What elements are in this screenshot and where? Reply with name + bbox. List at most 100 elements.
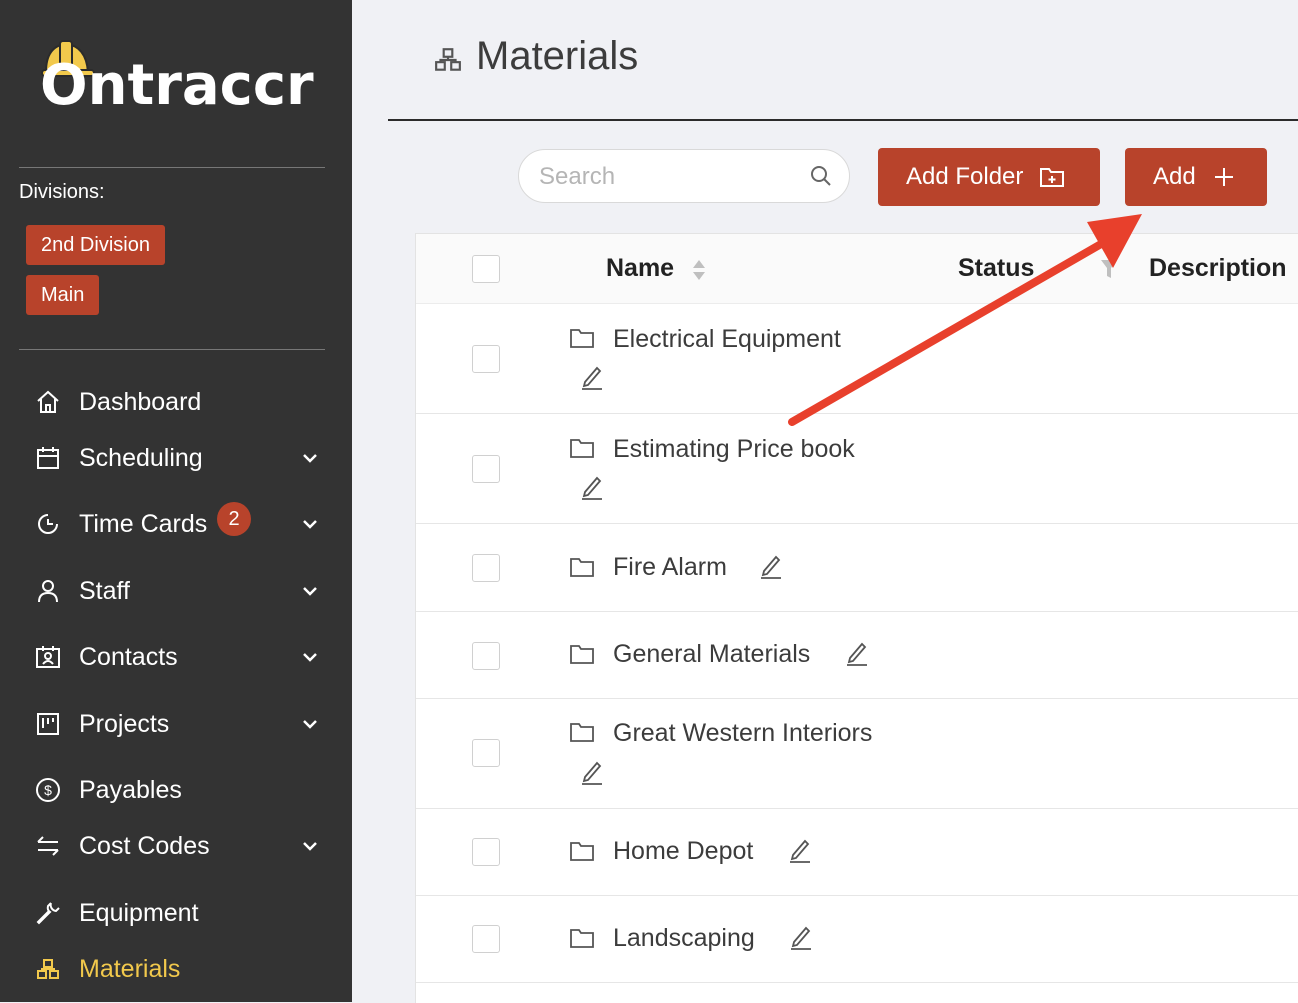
- divisions-label: Divisions:: [19, 181, 105, 203]
- column-header-name[interactable]: Name: [606, 254, 674, 283]
- folder-icon: [570, 329, 594, 348]
- folder-name[interactable]: General Materials: [613, 640, 810, 669]
- division-tag-main[interactable]: Main: [26, 275, 100, 315]
- sidebar-item-label: Contacts: [79, 642, 178, 671]
- row-checkbox[interactable]: [472, 739, 500, 767]
- edit-icon[interactable]: [580, 759, 604, 785]
- sidebar-item-label: Time Cards: [79, 509, 208, 538]
- sidebar-item-payables[interactable]: $ Payables: [0, 765, 352, 815]
- edit-icon[interactable]: [580, 474, 604, 500]
- edit-icon[interactable]: [845, 640, 869, 666]
- dollar-icon: $: [34, 776, 62, 804]
- sidebar-divider: [19, 349, 325, 350]
- sidebar-item-label: Equipment: [79, 898, 199, 927]
- ontraccr-logo[interactable]: Ontraccr: [40, 38, 330, 118]
- sidebar-item-label: Materials: [79, 954, 181, 983]
- division-tag-2nd-division[interactable]: 2nd Division: [26, 225, 165, 265]
- wrench-icon: [34, 899, 62, 927]
- chevron-down-icon[interactable]: [298, 579, 322, 603]
- sidebar-item-label: Payables: [79, 775, 182, 804]
- search-input[interactable]: [537, 160, 801, 194]
- sidebar-item-equipment[interactable]: Equipment: [0, 888, 352, 938]
- materials-icon: [34, 955, 62, 983]
- sidebar-item-label: Projects: [79, 709, 170, 738]
- sidebar-item-time-cards[interactable]: Time Cards 2: [0, 499, 352, 549]
- table-row[interactable]: Landscaping: [416, 896, 1298, 983]
- materials-icon: [435, 48, 461, 71]
- materials-table: Name Status Description Electrical Equip…: [415, 233, 1298, 1003]
- search-icon[interactable]: [809, 164, 833, 188]
- clock-icon: [34, 510, 62, 538]
- edit-icon[interactable]: [759, 553, 783, 579]
- sidebar: Ontraccr Divisions: 2nd Division Main Da…: [0, 0, 352, 1002]
- home-icon: [34, 388, 62, 416]
- edit-icon[interactable]: [789, 924, 813, 950]
- select-all-checkbox[interactable]: [472, 255, 500, 283]
- filter-icon[interactable]: [1100, 258, 1118, 280]
- row-checkbox[interactable]: [472, 838, 500, 866]
- sidebar-divider: [19, 167, 325, 168]
- user-icon: [34, 577, 62, 605]
- sort-icon[interactable]: [692, 258, 706, 282]
- column-header-description[interactable]: Description: [1149, 254, 1287, 283]
- chevron-down-icon[interactable]: [298, 712, 322, 736]
- row-checkbox[interactable]: [472, 554, 500, 582]
- sidebar-item-label: Cost Codes: [79, 831, 210, 860]
- row-checkbox[interactable]: [472, 345, 500, 373]
- folder-icon: [570, 842, 594, 861]
- table-header: Name Status Description: [416, 234, 1298, 304]
- edit-icon[interactable]: [788, 837, 812, 863]
- column-header-status[interactable]: Status: [958, 254, 1034, 283]
- search-box[interactable]: [518, 149, 850, 203]
- folder-icon: [570, 929, 594, 948]
- add-folder-button[interactable]: Add Folder: [878, 148, 1100, 206]
- sidebar-item-materials[interactable]: Materials: [0, 944, 352, 994]
- chevron-down-icon[interactable]: [298, 446, 322, 470]
- folder-icon: [570, 439, 594, 458]
- add-folder-label: Add Folder: [906, 163, 1024, 190]
- table-row[interactable]: Home Depot: [416, 809, 1298, 896]
- folder-name[interactable]: Estimating Price book: [613, 435, 855, 464]
- sidebar-item-projects[interactable]: Projects: [0, 699, 352, 749]
- chevron-down-icon[interactable]: [298, 834, 322, 858]
- folder-icon: [570, 558, 594, 577]
- row-checkbox[interactable]: [472, 925, 500, 953]
- table-row[interactable]: Great Western Interiors: [416, 699, 1298, 809]
- row-checkbox[interactable]: [472, 642, 500, 670]
- sidebar-item-label: Staff: [79, 576, 130, 605]
- calendar-icon: [34, 444, 62, 472]
- sidebar-item-label: Scheduling: [79, 443, 203, 472]
- sidebar-item-cost-codes[interactable]: Cost Codes: [0, 821, 352, 871]
- folder-name[interactable]: Electrical Equipment: [613, 325, 841, 354]
- folder-name[interactable]: Home Depot: [613, 837, 753, 866]
- chevron-down-icon[interactable]: [298, 645, 322, 669]
- project-board-icon: [34, 710, 62, 738]
- svg-text:$: $: [44, 782, 52, 798]
- folder-add-icon: [1039, 166, 1065, 188]
- table-row[interactable]: Electrical Equipment: [416, 304, 1298, 414]
- sidebar-item-staff[interactable]: Staff: [0, 566, 352, 616]
- row-checkbox[interactable]: [472, 455, 500, 483]
- folder-icon: [570, 645, 594, 664]
- sidebar-item-label: Dashboard: [79, 387, 202, 416]
- sidebar-item-scheduling[interactable]: Scheduling: [0, 433, 352, 483]
- notification-badge: 2: [217, 502, 251, 536]
- plus-icon: [1212, 165, 1236, 189]
- folder-name[interactable]: Landscaping: [613, 924, 755, 953]
- table-row[interactable]: General Materials: [416, 612, 1298, 699]
- table-row[interactable]: Fire Alarm: [416, 524, 1298, 612]
- add-button[interactable]: Add: [1125, 148, 1267, 206]
- folder-name[interactable]: Great Western Interiors: [613, 719, 872, 748]
- table-row[interactable]: Estimating Price book: [416, 414, 1298, 524]
- page-title: Materials: [476, 34, 639, 78]
- edit-icon[interactable]: [580, 364, 604, 390]
- brand-name: Ontraccr: [40, 53, 314, 118]
- add-label: Add: [1153, 163, 1196, 190]
- folder-icon: [570, 723, 594, 742]
- chevron-down-icon[interactable]: [298, 512, 322, 536]
- swap-icon: [34, 832, 62, 860]
- sidebar-item-contacts[interactable]: Contacts: [0, 632, 352, 682]
- contact-card-icon: [34, 643, 62, 671]
- sidebar-item-dashboard[interactable]: Dashboard: [0, 377, 352, 427]
- folder-name[interactable]: Fire Alarm: [613, 553, 727, 582]
